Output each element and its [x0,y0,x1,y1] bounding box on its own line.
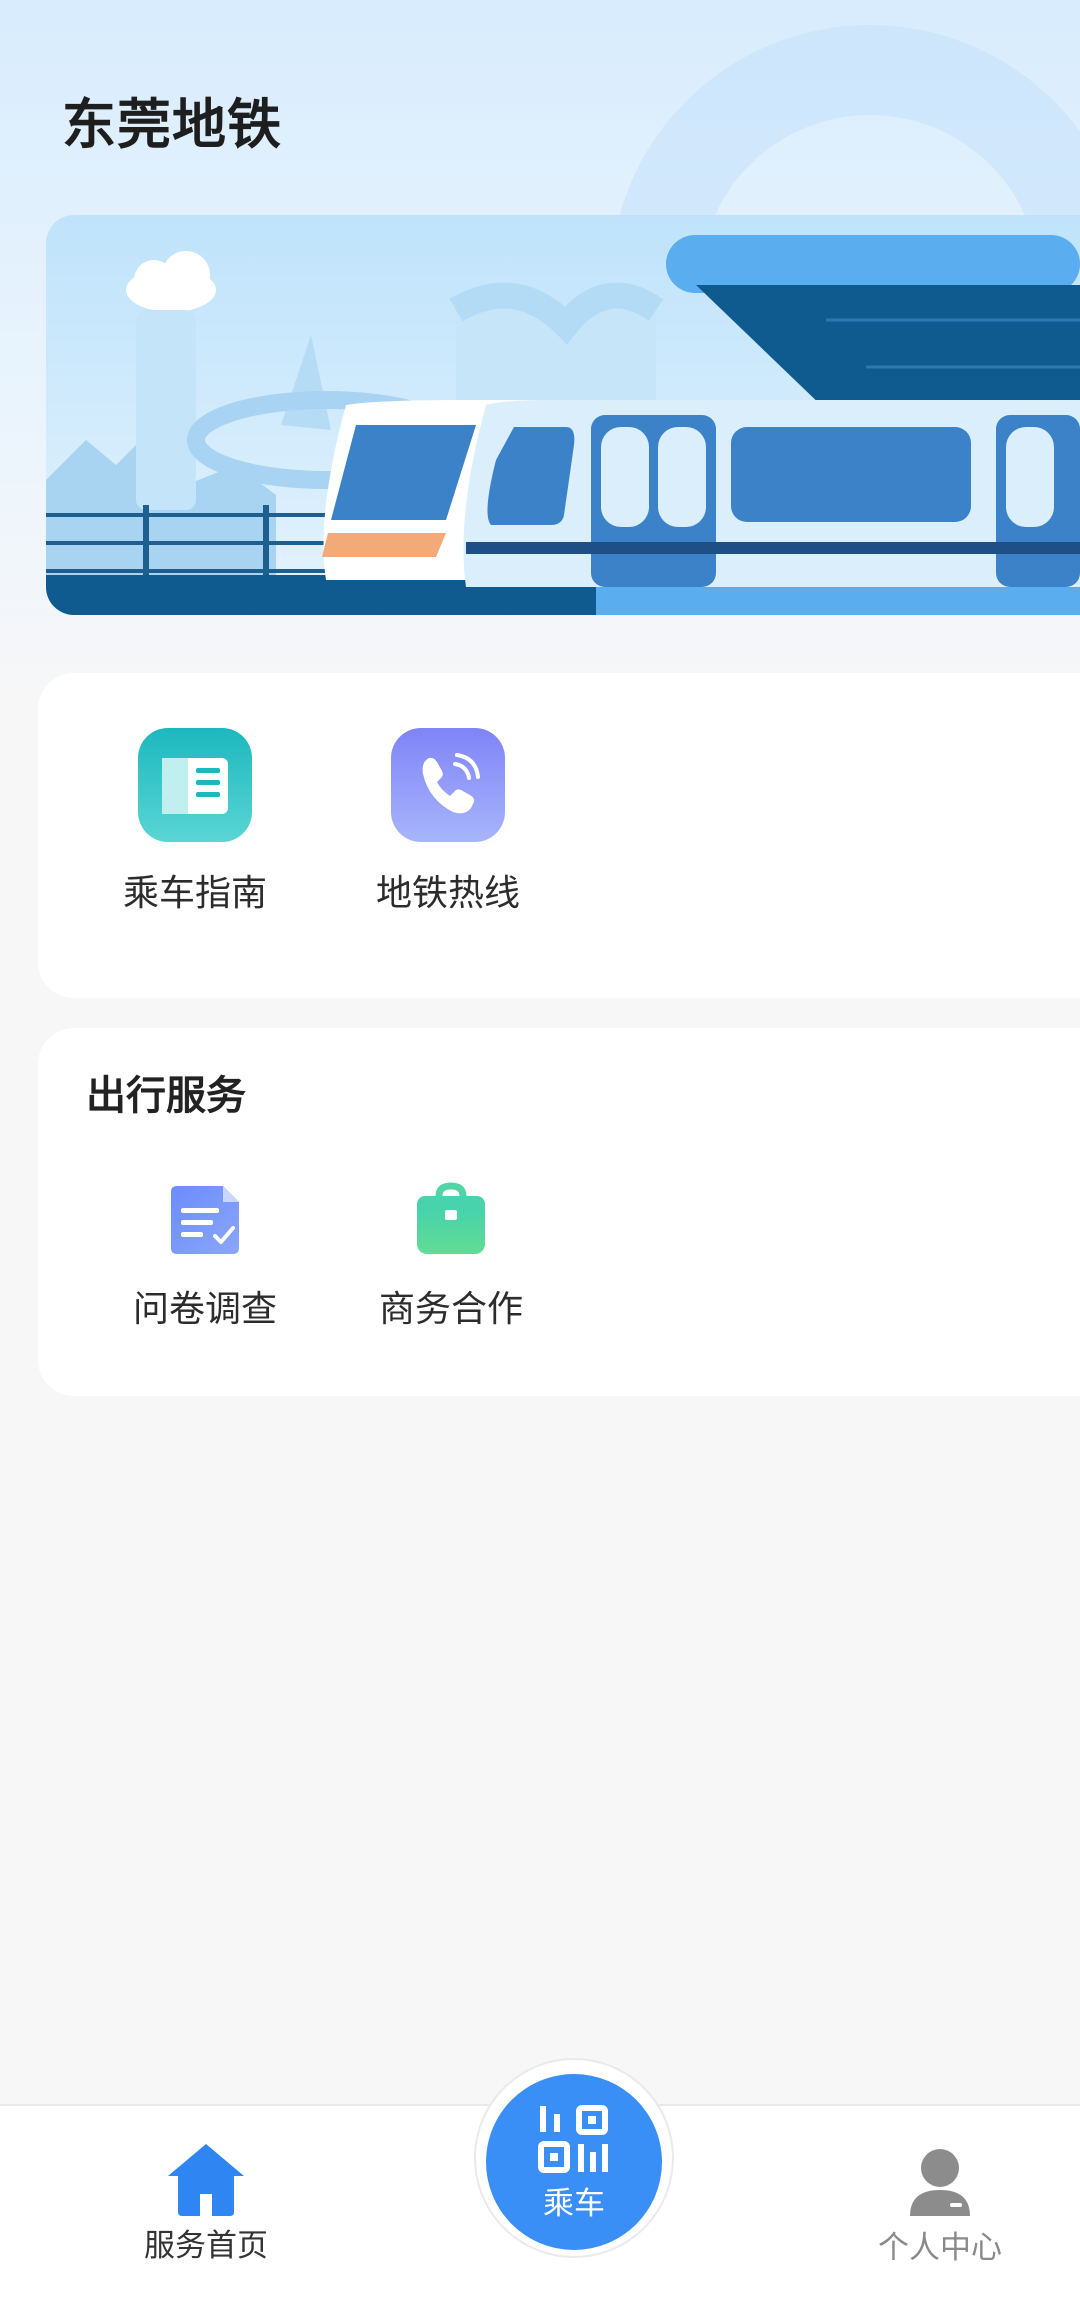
ride-button-label: 乘车 [543,2186,605,2222]
user-icon [910,2149,970,2216]
qr-code-icon [538,2105,608,2173]
guide-book-icon [138,728,252,842]
tab-label: 个人中心 [878,2230,1002,2266]
briefcase-icon [417,1182,485,1254]
service-business-cooperation[interactable]: 商务合作 [331,1178,571,1332]
tab-label: 服务首页 [144,2228,268,2264]
metro-train-illustration [46,215,1080,615]
home-icon [168,2144,244,2216]
app-title: 东莞地铁 [62,93,282,156]
travel-services-card: 出行服务 问卷调查 商务合作 [38,1028,1080,1396]
service-label: 商务合作 [378,1289,523,1330]
section-title: 出行服务 [86,1073,246,1119]
service-label: 问卷调查 [132,1289,277,1330]
quick-links-card: 乘车指南 地铁热线 [38,673,1080,998]
tab-service-home[interactable]: 服务首页 [126,2142,286,2265]
hotline-phone-icon [391,728,505,842]
tab-ride-button[interactable]: 乘车 [486,2074,662,2250]
metro-banner[interactable] [46,215,1080,615]
quick-link-ride-guide[interactable]: 乘车指南 [75,728,315,916]
quick-link-label: 乘车指南 [122,873,267,914]
survey-document-icon [171,1186,239,1254]
tab-personal-center[interactable]: 个人中心 [860,2148,1020,2267]
quick-link-label: 地铁热线 [375,873,520,914]
quick-link-metro-hotline[interactable]: 地铁热线 [328,728,568,916]
service-survey[interactable]: 问卷调查 [85,1178,325,1332]
